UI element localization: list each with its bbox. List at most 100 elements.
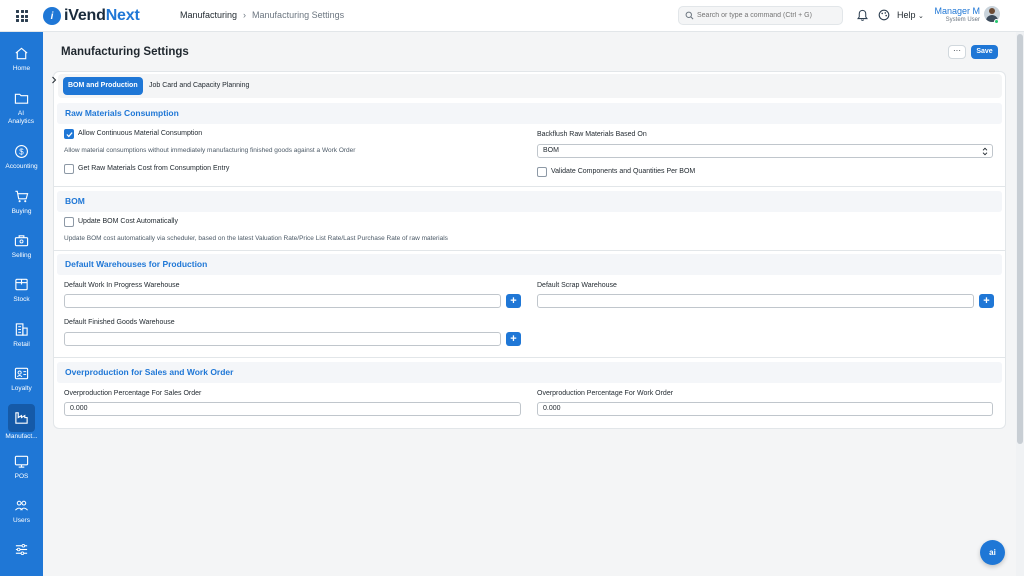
validate-components-checkbox[interactable]	[537, 167, 547, 177]
allow-continuous-consumption-description: Allow material consumptions without imme…	[64, 147, 356, 154]
help-menu[interactable]: Help ⌄	[897, 10, 924, 20]
sidebar-item-users[interactable]: Users	[0, 498, 43, 525]
overproduction-sales-label: Overproduction Percentage For Sales Orde…	[64, 390, 202, 397]
tab-bom-and-production[interactable]: BOM and Production	[63, 77, 143, 95]
sidebar-item-label: POS	[14, 473, 29, 480]
sidebar-item-pos[interactable]: POS	[0, 454, 43, 481]
section-title-bom[interactable]: BOM	[57, 191, 1002, 212]
scrap-warehouse-input[interactable]	[537, 294, 974, 308]
update-bom-cost-checkbox[interactable]	[64, 217, 74, 227]
page-scrollbar[interactable]	[1016, 32, 1024, 576]
sidebar: Home AI Analytics $ Accounting Buying Se…	[0, 32, 43, 576]
allow-continuous-consumption-checkbox[interactable]	[64, 129, 74, 139]
add-wip-warehouse-button[interactable]: +	[506, 294, 521, 308]
sidebar-item-label: Users	[13, 517, 30, 524]
sidebar-item-ai-analytics[interactable]: AI Analytics	[0, 91, 43, 126]
top-bar: i iVendNext Manufacturing › Manufacturin…	[0, 0, 1024, 32]
section-title-overproduction[interactable]: Overproduction for Sales and Work Order	[57, 362, 1002, 383]
sidebar-item-home[interactable]: Home	[0, 46, 43, 73]
overproduction-work-order-label: Overproduction Percentage For Work Order	[537, 390, 674, 397]
select-arrows-icon	[982, 147, 988, 156]
notification-bell-icon[interactable]	[856, 9, 869, 22]
scrollbar-thumb[interactable]	[1017, 34, 1023, 444]
logo-mark-icon: i	[43, 7, 61, 25]
online-status-dot	[994, 19, 999, 24]
ai-assistant-button[interactable]: ai	[980, 540, 1005, 565]
briefcase-icon	[14, 235, 29, 247]
app-logo[interactable]: i iVendNext	[43, 7, 140, 25]
allow-continuous-consumption-label[interactable]: Allow Continuous Material Consumption	[78, 130, 202, 137]
add-scrap-warehouse-button[interactable]: +	[979, 294, 994, 308]
help-label: Help	[897, 10, 916, 20]
sidebar-item-label: Home	[12, 65, 31, 72]
get-cost-from-consumption-label[interactable]: Get Raw Materials Cost from Consumption …	[78, 165, 229, 172]
overproduction-work-order-input[interactable]: 0.000	[537, 402, 993, 416]
backflush-select-value: BOM	[543, 147, 559, 154]
chevron-down-icon: ⌄	[918, 13, 924, 20]
section-divider	[54, 250, 1005, 251]
user-name: Manager M	[934, 6, 980, 16]
add-finished-goods-warehouse-button[interactable]: +	[506, 332, 521, 346]
breadcrumb-module[interactable]: Manufacturing	[180, 10, 237, 20]
sidebar-item-label: Selling	[11, 252, 32, 259]
search-box[interactable]	[678, 6, 843, 25]
search-icon	[685, 11, 694, 20]
section-divider	[54, 186, 1005, 187]
dollar-icon: $	[15, 145, 28, 158]
monitor-icon	[14, 455, 29, 468]
page-title: Manufacturing Settings	[61, 46, 189, 58]
logo-text-prefix: iVend	[64, 7, 106, 24]
update-bom-cost-label[interactable]: Update BOM Cost Automatically	[78, 218, 178, 225]
user-menu[interactable]: Manager M System User	[930, 6, 980, 23]
breadcrumb-current[interactable]: Manufacturing Settings	[252, 10, 344, 20]
sidebar-item-label: Buying	[11, 208, 32, 215]
sidebar-item-loyalty[interactable]: Loyalty	[0, 366, 43, 393]
svg-text:$: $	[19, 147, 24, 156]
cart-icon	[15, 190, 29, 203]
wip-warehouse-label: Default Work In Progress Warehouse	[64, 282, 180, 289]
palette-icon[interactable]	[878, 9, 890, 21]
finished-goods-warehouse-label: Default Finished Goods Warehouse	[64, 319, 175, 326]
sidebar-item-buying[interactable]: Buying	[0, 189, 43, 216]
section-title-raw-materials[interactable]: Raw Materials Consumption	[57, 103, 1002, 124]
check-icon	[66, 132, 73, 138]
sidebar-item-stock[interactable]: Stock	[0, 277, 43, 304]
building-icon	[15, 323, 28, 336]
more-actions-button[interactable]: ···	[948, 45, 966, 59]
sidebar-item-label: Accounting	[5, 163, 38, 170]
folder-icon	[14, 93, 29, 104]
overproduction-sales-input[interactable]: 0.000	[64, 402, 521, 416]
sidebar-item-label: Loyalty	[11, 385, 32, 392]
box-icon	[15, 278, 28, 291]
backflush-select[interactable]: BOM	[537, 144, 993, 158]
user-role: System User	[945, 17, 980, 23]
backflush-label: Backflush Raw Materials Based On	[537, 131, 647, 138]
validate-components-label[interactable]: Validate Components and Quantities Per B…	[551, 168, 695, 175]
finished-goods-warehouse-input[interactable]	[64, 332, 501, 346]
sidebar-item-manufacturing[interactable]: Manufact...	[0, 404, 43, 441]
sidebar-item-retail[interactable]: Retail	[0, 322, 43, 349]
id-card-icon	[14, 367, 29, 380]
wip-warehouse-input[interactable]	[64, 294, 501, 308]
app-grid-icon[interactable]	[16, 10, 28, 22]
sidebar-item-label: Stock	[13, 296, 30, 303]
chevron-right-icon[interactable]	[50, 76, 58, 84]
tab-job-card-and-capacity-planning[interactable]: Job Card and Capacity Planning	[144, 77, 254, 95]
sidebar-item-label: AI Analytics	[7, 110, 34, 125]
sidebar-item-accounting[interactable]: $ Accounting	[0, 144, 43, 171]
get-cost-from-consumption-checkbox[interactable]	[64, 164, 74, 174]
update-bom-cost-description: Update BOM cost automatically via schedu…	[64, 235, 448, 242]
home-icon	[15, 47, 28, 60]
logo-text-suffix: Next	[105, 7, 140, 24]
breadcrumb: Manufacturing › Manufacturing Settings	[180, 10, 344, 20]
sliders-icon	[15, 543, 28, 556]
save-button[interactable]: Save	[971, 45, 998, 59]
users-icon	[15, 500, 28, 511]
factory-icon	[15, 412, 28, 424]
sidebar-item-settings[interactable]	[0, 542, 43, 557]
section-title-default-warehouses[interactable]: Default Warehouses for Production	[57, 254, 1002, 275]
sidebar-item-label: Retail	[13, 341, 30, 348]
sidebar-item-selling[interactable]: Selling	[0, 233, 43, 260]
search-input[interactable]	[697, 12, 837, 19]
section-divider	[54, 357, 1005, 358]
